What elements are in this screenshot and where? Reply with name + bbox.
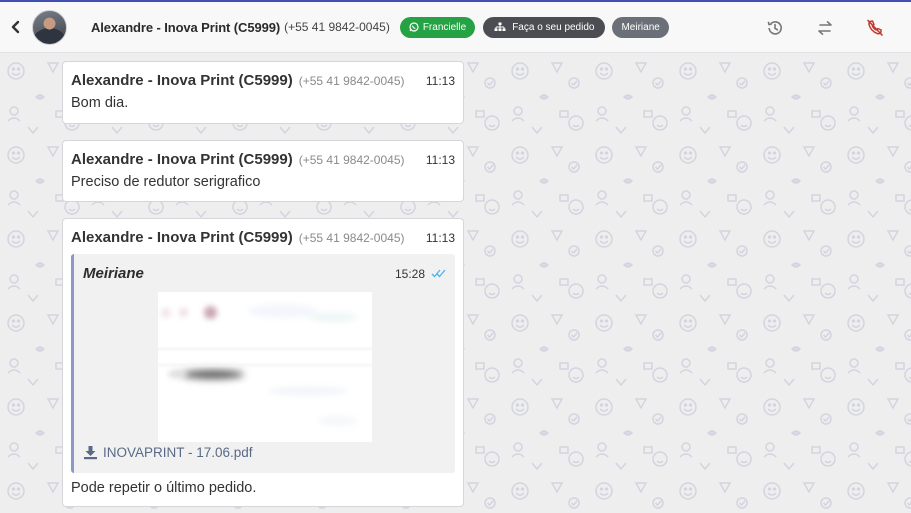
message-text: Pode repetir o último pedido. — [71, 480, 257, 496]
double-check-icon — [431, 269, 446, 278]
contact-phone: (+55 41 9842-0045) — [284, 20, 390, 34]
message-text: Bom dia. — [71, 95, 129, 111]
history-icon — [767, 21, 782, 35]
attachment-link[interactable]: INOVAPRINT - 17.06.pdf — [83, 445, 253, 460]
sender-phone: (+55 41 9842-0045) — [298, 231, 405, 245]
sender-name: Alexandre - Inova Print (C5999) — [71, 72, 293, 89]
whatsapp-icon — [409, 22, 419, 32]
history-button[interactable] — [763, 16, 787, 40]
order-tag[interactable]: Faça o seu pedido — [483, 16, 606, 38]
quoted-message[interactable]: Meiriane 15:28 INOVAPRINT - 17.06.pdf — [71, 254, 455, 473]
chat-area[interactable]: Alexandre - Inova Print (C5999) (+55 41 … — [0, 53, 911, 513]
sitemap-icon — [494, 22, 506, 31]
message-bubble[interactable]: Alexandre - Inova Print (C5999) (+55 41 … — [62, 140, 464, 202]
sender-phone: (+55 41 9842-0045) — [298, 74, 405, 88]
message-time: 11:13 — [425, 74, 455, 88]
back-button[interactable] — [2, 9, 30, 45]
agent-tag-label: Meiriane — [621, 21, 660, 33]
message-time: 11:13 — [425, 153, 455, 167]
transfer-button[interactable] — [813, 16, 837, 40]
channel-tag[interactable]: Francielle — [399, 16, 476, 38]
end-call-button[interactable] — [863, 16, 887, 40]
chat-header: Alexandre - Inova Print (C5999) (+55 41 … — [0, 0, 911, 53]
attachment-name: INOVAPRINT - 17.06.pdf — [103, 445, 253, 460]
message-header: Alexandre - Inova Print (C5999) (+55 41 … — [71, 229, 455, 246]
sender-name: Alexandre - Inova Print (C5999) — [71, 229, 293, 246]
message-bubble[interactable]: Alexandre - Inova Print (C5999) (+55 41 … — [62, 61, 464, 124]
sender-name: Alexandre - Inova Print (C5999) — [71, 151, 293, 168]
contact-name: Alexandre - Inova Print (C5999) — [91, 19, 281, 35]
message-header: Alexandre - Inova Print (C5999) (+55 41 … — [71, 151, 455, 168]
transfer-icon — [818, 21, 832, 35]
agent-tag[interactable]: Meiriane — [612, 16, 669, 38]
message-text: Preciso de redutor serigrafico — [71, 174, 261, 190]
quote-author: Meiriane — [83, 265, 144, 282]
order-tag-label: Faça o seu pedido — [512, 21, 595, 33]
avatar[interactable] — [32, 9, 67, 45]
document-preview[interactable] — [158, 292, 372, 442]
message-time: 11:13 — [425, 231, 455, 245]
back-icon — [11, 20, 20, 34]
message-header: Alexandre - Inova Print (C5999) (+55 41 … — [71, 72, 455, 89]
quote-time: 15:28 — [394, 267, 425, 281]
channel-tag-label: Francielle — [422, 21, 467, 33]
message-bubble[interactable]: Alexandre - Inova Print (C5999) (+55 41 … — [62, 218, 464, 507]
end-call-icon — [867, 19, 883, 36]
download-icon — [84, 446, 97, 460]
sender-phone: (+55 41 9842-0045) — [298, 153, 405, 167]
